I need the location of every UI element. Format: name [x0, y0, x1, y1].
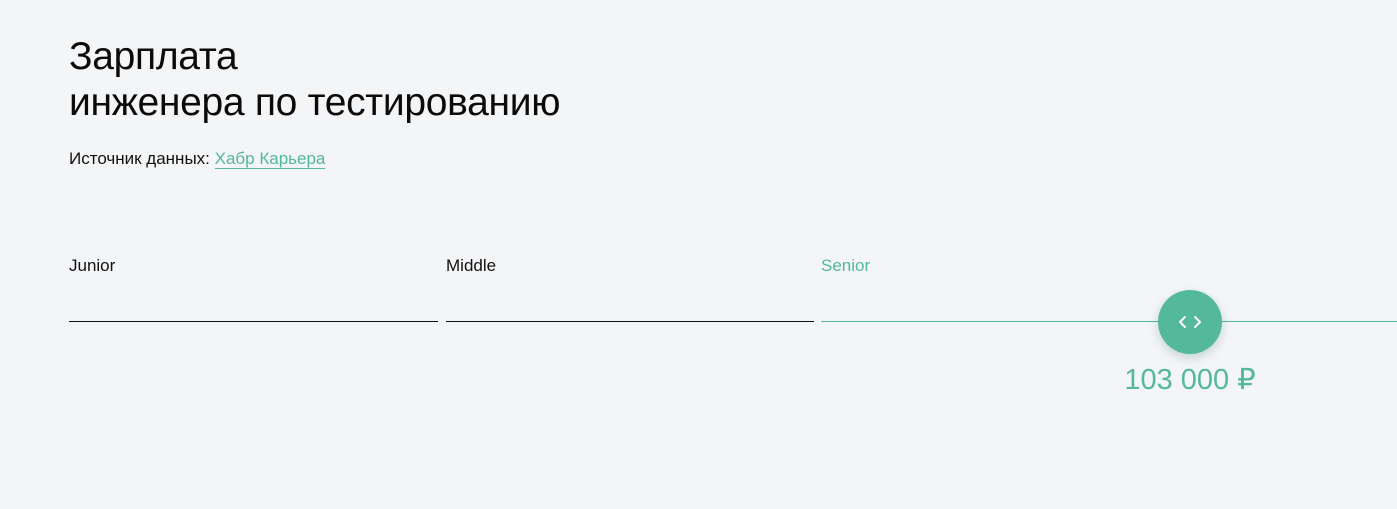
level-middle-label: Middle — [446, 256, 497, 275]
title-line-1: Зарплата — [69, 35, 238, 78]
level-junior-label: Junior — [69, 256, 116, 275]
title-line-2: инженера по тестированию — [69, 81, 561, 124]
chevrons-left-right-icon — [1179, 316, 1201, 328]
salary-value: 103 000 ₽ — [1124, 364, 1256, 396]
level-senior[interactable]: Senior — [821, 256, 1397, 322]
level-senior-label: Senior — [821, 256, 871, 275]
source-label: Источник данных: — [69, 149, 210, 168]
level-senior-track — [821, 321, 1397, 322]
salary-slider-handle[interactable] — [1158, 290, 1222, 354]
level-junior[interactable]: Junior — [69, 256, 438, 322]
level-middle-track — [446, 321, 814, 322]
level-junior-track — [69, 321, 438, 322]
data-source: Источник данных: Хабр Карьера — [69, 148, 326, 170]
source-link[interactable]: Хабр Карьера — [214, 149, 326, 169]
page-title: Зарплата инженера по тестированию — [69, 34, 560, 126]
level-middle[interactable]: Middle — [446, 256, 814, 322]
